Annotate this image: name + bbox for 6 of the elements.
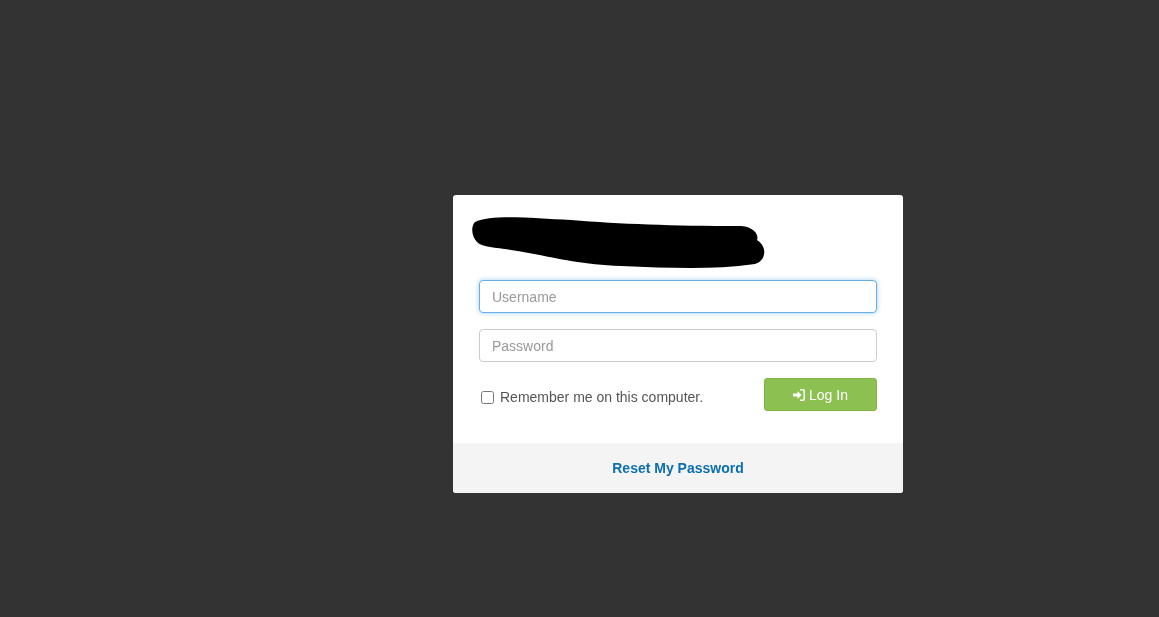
password-field[interactable]: Password — [479, 329, 877, 362]
sign-in-icon — [793, 388, 806, 401]
remember-checkbox[interactable] — [481, 390, 494, 404]
username-field[interactable]: Username — [479, 280, 877, 313]
remember-label[interactable]: Remember me on this computer. — [500, 389, 704, 405]
reset-password-link[interactable]: Reset My Password — [612, 460, 744, 476]
